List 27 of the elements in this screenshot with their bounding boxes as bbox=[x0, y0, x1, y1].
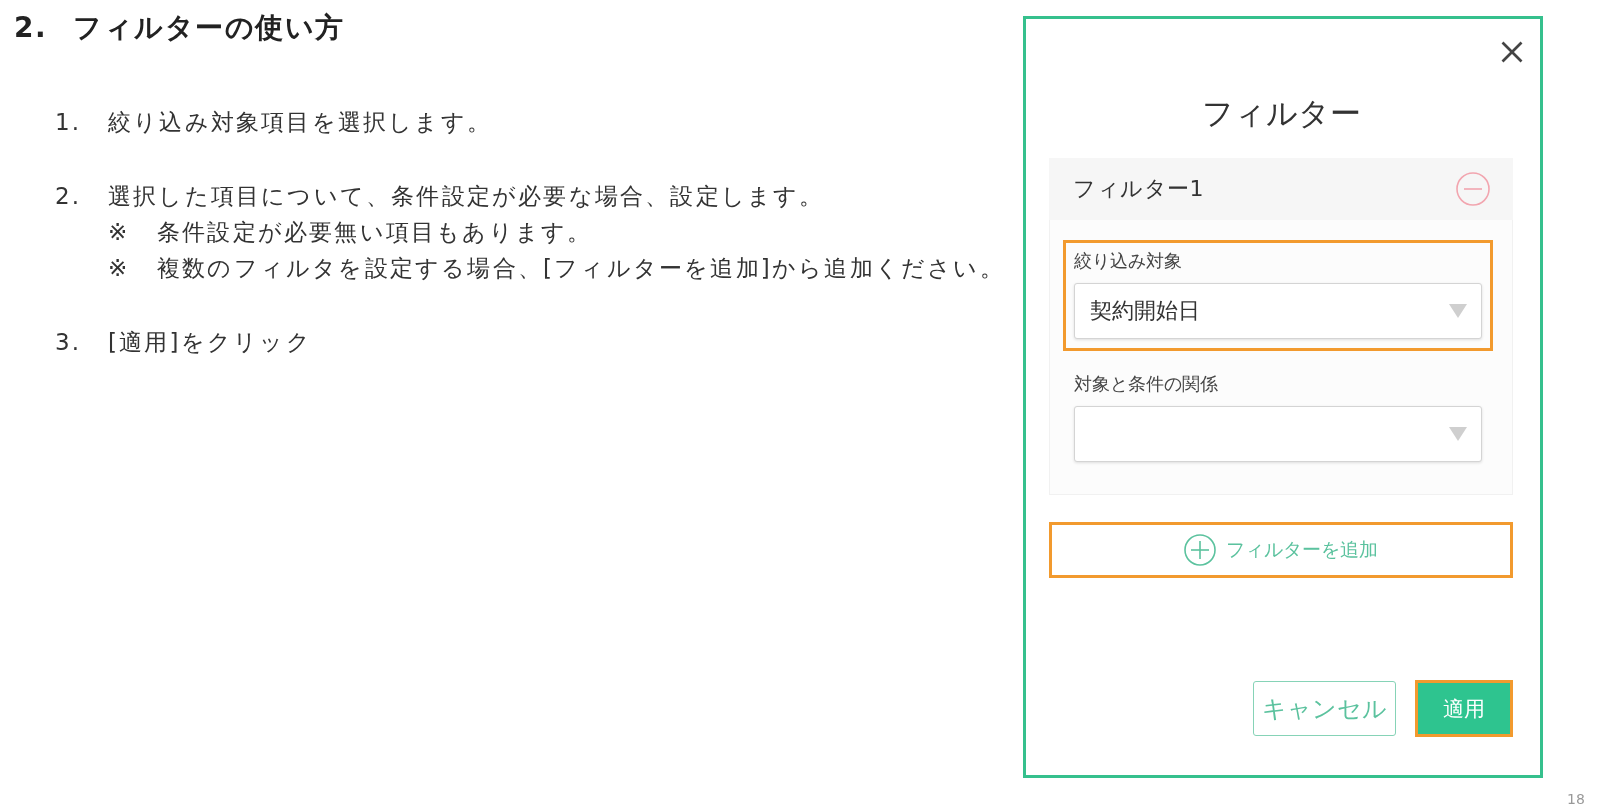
apply-button[interactable]: 適用 bbox=[1415, 680, 1513, 737]
select-field[interactable] bbox=[1074, 406, 1482, 462]
field-label: 対象と条件の関係 bbox=[1074, 373, 1219, 396]
step-text: [適用]をクリック bbox=[108, 328, 312, 357]
note-mark: ※ bbox=[108, 254, 131, 283]
step-text: 選択した項目について、条件設定が必要な場合、設定します。 bbox=[108, 182, 825, 211]
note-text: 複数のフィルタを設定する場合、[フィルターを追加]から追加ください。 bbox=[157, 254, 1005, 283]
step-number: 1. bbox=[55, 108, 83, 137]
caret-icon bbox=[1449, 304, 1467, 318]
step-number: 3. bbox=[55, 328, 83, 357]
note-mark: ※ bbox=[108, 218, 131, 247]
dialog-title: フィルター bbox=[1200, 94, 1362, 133]
page-number: 18 bbox=[1567, 791, 1585, 807]
filter-title: フィルター1 bbox=[1073, 175, 1204, 203]
cancel-button[interactable]: キャンセル bbox=[1253, 681, 1396, 736]
step-number: 2. bbox=[55, 182, 83, 211]
minus-circle-icon[interactable] bbox=[1456, 172, 1490, 206]
plus-circle-icon bbox=[1184, 534, 1216, 566]
heading-title: フィルターの使い方 bbox=[73, 10, 345, 46]
add-filter-button[interactable]: フィルターを追加 bbox=[1049, 522, 1513, 578]
caret-icon bbox=[1449, 427, 1467, 441]
heading-number: 2. bbox=[14, 10, 49, 46]
field-label: 絞り込み対象 bbox=[1074, 250, 1183, 273]
close-icon[interactable] bbox=[1501, 41, 1523, 63]
select-field[interactable]: 契約開始日 bbox=[1074, 283, 1482, 339]
step-text: 絞り込み対象項目を選択します。 bbox=[108, 108, 492, 137]
note-text: 条件設定が必要無い項目もあります。 bbox=[157, 218, 593, 247]
